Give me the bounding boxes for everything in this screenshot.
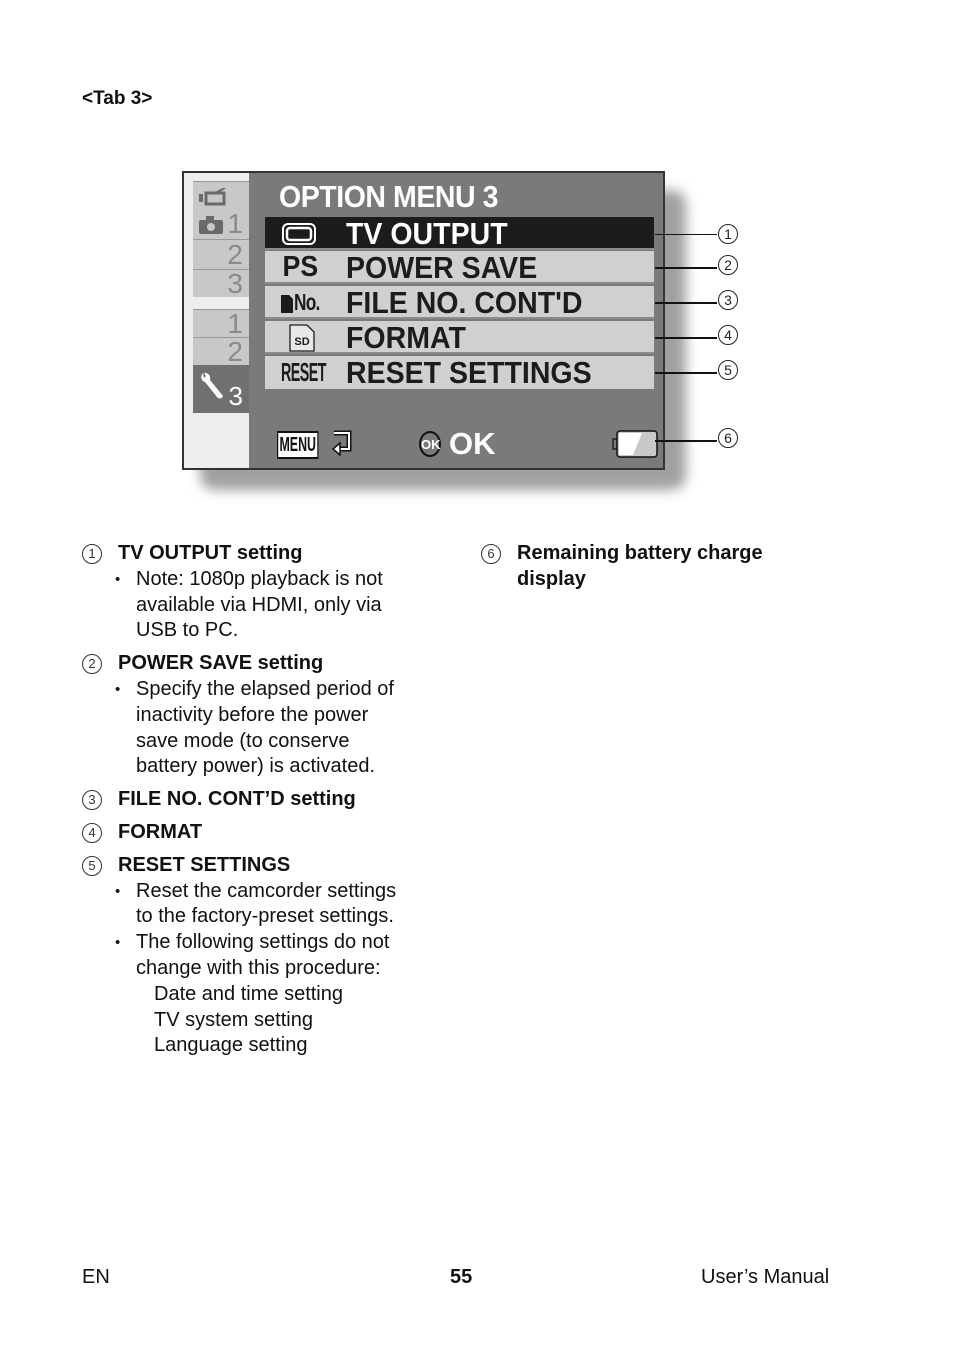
ok-label: OK <box>449 426 496 461</box>
bottom-bar: MENU OK OK <box>277 426 662 463</box>
description-reset-settings: 5 RESET SETTINGS Reset the camcorder set… <box>82 853 452 1059</box>
item-title: RESET SETTINGS <box>118 853 291 876</box>
item-number: 3 <box>82 790 102 811</box>
item-title: TV OUTPUT setting <box>118 542 303 564</box>
sd-card-icon: SD <box>289 321 315 354</box>
text-line: Note: 1080p playback is not <box>136 567 383 590</box>
camera-screen: 1 2 3 1 2 3 OPTION MENU 3 TV OUTPUT PS P… <box>182 171 665 470</box>
video-camera-icon <box>199 188 226 206</box>
menu-item-label: RESET SETTINGS <box>346 355 592 390</box>
item-title: FORMAT <box>118 820 203 843</box>
item-title: POWER SAVE setting <box>118 652 324 675</box>
description-format: 4 FORMAT <box>82 820 452 846</box>
item-number: 5 <box>82 855 102 876</box>
side-tab-label: 1 <box>227 208 243 239</box>
menu-item-format[interactable]: SD FORMAT <box>265 320 654 355</box>
unchanged-setting: TV system setting <box>154 1008 313 1031</box>
menu-title: OPTION MENU 3 <box>279 179 499 214</box>
callout-line-5 <box>655 372 717 374</box>
text-line: save mode (to conserve <box>136 729 350 752</box>
side-tab-shoot-1[interactable]: 1 <box>193 181 249 239</box>
item-title-line: display <box>517 567 586 590</box>
callout-3: 3 <box>718 290 738 310</box>
footer-language: EN <box>82 1266 110 1288</box>
menu-item-tv-output[interactable]: TV OUTPUT <box>265 216 654 251</box>
description-left-column: 1 TV OUTPUT setting Note: 1080p playback… <box>82 541 452 1066</box>
item-number: 6 <box>481 544 501 564</box>
sd-card-label: SD <box>294 336 309 348</box>
side-tab-panel: 1 2 3 1 2 3 <box>184 173 249 468</box>
page-number: 55 <box>450 1266 473 1288</box>
text-line: change with this procedure: <box>136 956 381 979</box>
unchanged-setting: Date and time setting <box>154 982 343 1005</box>
text-line: available via HDMI, only via <box>136 593 382 616</box>
menu-button[interactable]: MENU <box>277 431 319 459</box>
reset-icon: RESET <box>281 357 326 387</box>
item-title-line: Remaining battery charge <box>517 542 763 564</box>
side-tab-label: 3 <box>227 268 243 299</box>
callout-4: 4 <box>718 325 738 345</box>
callout-line-6 <box>655 440 717 442</box>
side-tab-shoot-3[interactable]: 3 <box>193 268 249 299</box>
side-tab-label: 3 <box>228 381 243 411</box>
file-number-icon: No. <box>281 286 328 319</box>
side-tab-option-2[interactable]: 2 <box>193 336 249 367</box>
text-line: inactivity before the power <box>136 703 369 726</box>
item-title: FILE NO. CONT’D setting <box>118 788 356 811</box>
ok-button[interactable]: OK <box>419 431 441 457</box>
footer-manual-title: User’s Manual <box>701 1266 830 1288</box>
side-tab-shoot-2[interactable]: 2 <box>193 239 249 270</box>
item-number: 4 <box>82 822 102 843</box>
side-tab-label: 1 <box>227 308 243 339</box>
text-line: to the factory-preset settings. <box>136 905 394 928</box>
text-line: battery power) is activated. <box>136 755 375 778</box>
menu-item-label: POWER SAVE <box>346 250 538 285</box>
side-tab-option-3[interactable]: 3 <box>193 365 249 413</box>
return-arrow-icon[interactable] <box>329 429 357 459</box>
menu-item-label: FILE NO. CONT'D <box>346 285 583 320</box>
bullet-note: Note: 1080p playback is not available vi… <box>115 567 452 644</box>
bullet-reset: Reset the camcorder settings to the fact… <box>115 879 452 931</box>
text-line: The following settings do not <box>136 931 390 954</box>
tab-heading: <Tab 3> <box>82 88 153 109</box>
unchanged-setting: Language setting <box>154 1034 308 1057</box>
menu-item-file-no-contd[interactable]: No. FILE NO. CONT'D <box>265 285 654 320</box>
side-tab-label: 2 <box>227 239 243 270</box>
text-line: USB to PC. <box>136 619 239 642</box>
bullet-following: The following settings do not change wit… <box>115 930 452 982</box>
wrench-icon <box>201 372 223 399</box>
side-tab-label: 2 <box>227 336 243 367</box>
power-save-icon: PS <box>282 251 319 283</box>
description-right-column: 6 Remaining battery charge display <box>481 541 861 600</box>
menu-item-label: FORMAT <box>346 320 466 355</box>
text-line: Specify the elapsed period of <box>136 677 394 700</box>
item-number: 2 <box>82 654 102 675</box>
file-number-text: No. <box>294 289 320 315</box>
bullet-specify: Specify the elapsed period of inactivity… <box>115 677 452 780</box>
camera-icon <box>199 216 223 234</box>
callout-5: 5 <box>718 360 738 380</box>
callout-line-1 <box>655 234 717 235</box>
tv-output-icon <box>281 217 317 250</box>
menu-item-power-save[interactable]: PS POWER SAVE <box>265 250 654 285</box>
callout-1: 1 <box>718 224 738 244</box>
menu-item-reset-settings[interactable]: RESET RESET SETTINGS <box>265 355 654 390</box>
description-tv-output: 1 TV OUTPUT setting Note: 1080p playback… <box>82 541 452 644</box>
battery-icon <box>612 430 658 458</box>
description-file-no-contd: 3 FILE NO. CONT’D setting <box>82 787 452 813</box>
side-tab-option-1[interactable]: 1 <box>193 308 249 339</box>
callout-6: 6 <box>718 428 738 448</box>
callout-line-2 <box>655 267 717 269</box>
callout-line-4 <box>655 337 717 339</box>
item-number: 1 <box>82 544 102 564</box>
callout-line-3 <box>655 302 717 304</box>
text-line: Reset the camcorder settings <box>136 879 397 902</box>
description-power-save: 2 POWER SAVE setting Specify the elapsed… <box>82 651 452 780</box>
description-battery: 6 Remaining battery charge display <box>481 541 861 593</box>
callout-2: 2 <box>718 255 738 275</box>
menu-item-label: TV OUTPUT <box>346 216 508 251</box>
